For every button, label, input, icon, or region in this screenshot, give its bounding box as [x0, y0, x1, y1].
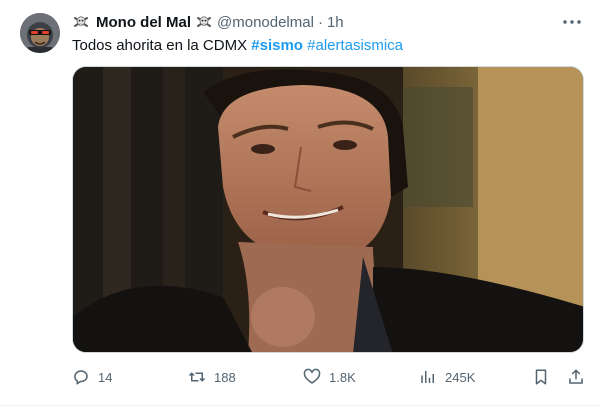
bookmark-button[interactable]: [532, 368, 550, 386]
separator-dot: ·: [317, 13, 323, 31]
tweet-media-image[interactable]: [72, 66, 584, 353]
hashtag-sismo[interactable]: #sismo: [251, 37, 303, 54]
tweet-body: Todos ahorita en la CDMX: [72, 37, 248, 54]
share-icon: [569, 369, 583, 384]
repost-button[interactable]: 188: [188, 368, 236, 386]
like-count: 1.8K: [329, 369, 356, 385]
avatar[interactable]: [20, 13, 60, 53]
tweet-actions-bar: 14 188 1.8K 245K: [72, 366, 592, 388]
share-button[interactable]: [567, 368, 585, 386]
skull-and-crossbones-icon: [72, 13, 90, 31]
reply-button[interactable]: 14: [72, 368, 112, 386]
repost-count: 188: [214, 369, 236, 385]
bookmark-icon: [535, 369, 547, 385]
like-button[interactable]: 1.8K: [303, 368, 356, 386]
tweet-header: Mono del Mal @monodelmal · 1h: [72, 12, 344, 32]
display-name[interactable]: Mono del Mal: [96, 14, 191, 31]
hashtag-alertasismica[interactable]: #alertasismica: [307, 37, 403, 54]
timestamp[interactable]: 1h: [327, 14, 344, 31]
views-count: 245K: [445, 369, 476, 385]
reply-icon: [74, 370, 88, 385]
user-handle[interactable]: @monodelmal: [217, 14, 314, 31]
heart-icon: [303, 368, 321, 384]
reply-count: 14: [98, 369, 113, 385]
views-button[interactable]: 245K: [419, 368, 475, 386]
tweet-text: Todos ahorita en la CDMX #sismo #alertas…: [72, 36, 403, 56]
tweet-card[interactable]: Mono del Mal @monodelmal · 1h Todos ahor…: [0, 0, 602, 406]
analytics-icon: [421, 371, 434, 383]
more-options-icon[interactable]: [560, 12, 584, 32]
repost-icon: [188, 372, 206, 382]
skull-and-crossbones-icon: [195, 13, 213, 31]
